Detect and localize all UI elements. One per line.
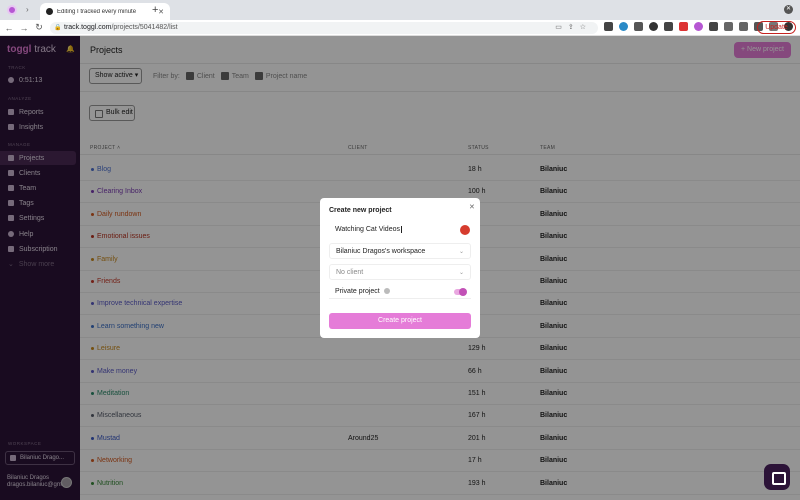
extension-icon[interactable] <box>709 22 718 31</box>
dialog-title: Create new project <box>329 207 392 214</box>
new-tab-button[interactable]: + <box>152 4 158 16</box>
tab-title: Editing I tracked every minute <box>57 8 137 15</box>
tab-favicon-icon <box>46 8 53 15</box>
project-name-input[interactable]: Watching Cat Videos <box>329 222 471 238</box>
private-project-label: Private project <box>335 288 380 295</box>
url-path: /projects/5041482/list <box>111 24 178 31</box>
workspace-select[interactable]: Bilaniuc Dragos's workspace ⌄ <box>329 243 471 259</box>
forward-icon[interactable]: → <box>18 23 30 33</box>
tab-search-chevron-icon[interactable]: › <box>26 5 29 14</box>
reload-icon[interactable]: ↻ <box>33 22 45 33</box>
create-project-button[interactable]: Create project <box>329 313 471 329</box>
chat-support-icon[interactable] <box>764 464 790 490</box>
info-icon[interactable] <box>383 288 390 295</box>
extension-icon[interactable] <box>739 22 748 31</box>
extension-icon[interactable] <box>619 22 628 31</box>
project-color-picker[interactable] <box>460 225 470 235</box>
browser-profile-icon[interactable] <box>7 5 17 15</box>
create-project-dialog: Create new project ✕ Watching Cat Videos… <box>320 198 480 338</box>
extension-icon[interactable] <box>694 22 703 31</box>
window-close-icon[interactable]: ✕ <box>784 5 793 14</box>
tab-close-icon[interactable]: ✕ <box>158 8 164 16</box>
extension-icon[interactable] <box>679 22 688 31</box>
address-bar[interactable]: 🔒 track.toggl.com/projects/5041482/list ▭… <box>50 22 598 34</box>
browser-tab[interactable]: Editing I tracked every minute ✕ <box>40 3 170 20</box>
close-icon[interactable]: ✕ <box>469 203 475 211</box>
chevron-down-icon: ⌄ <box>458 249 464 255</box>
extension-icon[interactable] <box>649 22 658 31</box>
address-bar-actions[interactable]: ▭⇪☆ <box>555 22 592 34</box>
lock-icon: 🔒 <box>54 25 62 31</box>
back-icon[interactable]: ← <box>3 23 15 33</box>
browser-tab-strip: › Editing I tracked every minute ✕ + ✕ <box>0 0 800 20</box>
extension-icon[interactable] <box>604 22 613 31</box>
extension-icon[interactable] <box>664 22 673 31</box>
text-cursor <box>400 226 402 233</box>
chevron-down-icon: ⌄ <box>458 270 464 276</box>
url-host: track.toggl.com <box>64 24 112 31</box>
extension-icon[interactable] <box>634 22 643 31</box>
client-select[interactable]: No client ⌄ <box>329 264 471 280</box>
private-project-row: Private project <box>329 285 471 299</box>
extension-icon[interactable] <box>724 22 733 31</box>
private-project-toggle[interactable] <box>454 288 467 296</box>
browser-toolbar: ← → ↻ 🔒 track.toggl.com/projects/5041482/… <box>0 20 800 36</box>
browser-update-button[interactable]: Update <box>757 21 796 34</box>
